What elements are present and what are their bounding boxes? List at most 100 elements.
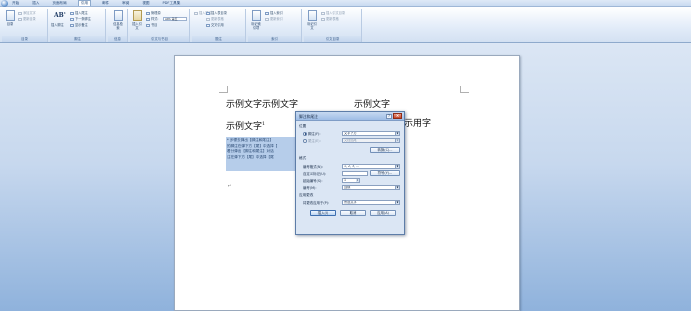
bibliography-button[interactable]: 书目 xyxy=(146,23,157,27)
mark-citation-button[interactable]: 标记引文 xyxy=(306,10,318,30)
spinner-icon[interactable]: ⇕ xyxy=(356,179,359,182)
citation-style-select[interactable]: APA 第五 xyxy=(163,17,187,21)
toc-group: 目录 添加文字 更新目录 目录 xyxy=(2,9,48,42)
add-text-button[interactable]: 添加文字 xyxy=(18,11,36,15)
chevron-down-icon: ▼ xyxy=(395,186,399,189)
footnote-radio-row[interactable]: 脚注(F): xyxy=(303,131,321,136)
custom-mark-input[interactable] xyxy=(342,171,368,176)
table-of-figures-icon xyxy=(206,11,210,15)
help-button[interactable]: ? xyxy=(386,114,392,119)
update-index-icon xyxy=(265,17,269,21)
toc-icon xyxy=(5,10,15,21)
footnote-group: AB1 插入脚注 插入尾注 下一条脚注 显示备注 脚注 xyxy=(50,9,106,42)
tab-pdf-tools[interactable]: PDF工具集 xyxy=(161,0,183,6)
insert-index-button[interactable]: 插入索引 xyxy=(265,11,283,15)
footnote-position-select[interactable]: 文字下方 ▼ xyxy=(342,131,400,136)
close-button[interactable]: × xyxy=(393,113,402,119)
insert-endnote-icon xyxy=(70,11,74,15)
tab-view[interactable]: 视图 xyxy=(140,0,151,6)
apply-to-select[interactable]: 所选文字 ▼ xyxy=(342,200,400,205)
show-notes-button[interactable]: 显示备注 xyxy=(70,23,88,27)
symbol-button[interactable]: 符号(Y)... xyxy=(370,170,400,176)
selected-footnote-text[interactable]: * 步骤去弹出【脚注和尾注】 的脚注在弹下方【尾】中选择【 看分弹出【脚注和尾注… xyxy=(226,137,296,171)
doc-line-2-left: 示例文字1 xyxy=(226,121,266,132)
apply-button[interactable]: 应用(A) xyxy=(370,210,396,216)
doc-line-2-right: 示用字 xyxy=(404,119,432,129)
footnote-group-label: 脚注 xyxy=(50,36,105,42)
mark-entry-button[interactable]: 标记索引项 xyxy=(250,10,262,30)
show-notes-icon xyxy=(70,23,74,27)
insert-footnote-button[interactable]: 插入脚注 xyxy=(51,23,64,27)
tab-home[interactable]: 开始 xyxy=(10,0,21,6)
update-table-button[interactable]: 更新表格 xyxy=(206,17,224,21)
insert-endnote-button[interactable]: 插入尾注 xyxy=(70,11,88,15)
endnote-radio-row[interactable]: 尾注(E): xyxy=(303,138,321,143)
paragraph-mark-icon: ↵ xyxy=(228,183,232,188)
ribbon: 目录 添加文字 更新目录 目录 AB1 插入脚注 插入尾注 下一条脚注 显示备注… xyxy=(0,7,691,43)
endnote-radio[interactable] xyxy=(303,138,307,143)
custom-mark-label: 自定义标记(U): xyxy=(303,172,327,176)
insert-index-icon xyxy=(265,11,269,15)
update-toa-button[interactable]: 更新表格 xyxy=(321,17,339,21)
footnote-line: 注在弹下方【尾】中选择【尾 xyxy=(227,154,274,159)
toa-group-label: 引文目录 xyxy=(304,36,361,42)
tab-insert[interactable]: 插入 xyxy=(30,0,41,6)
mark-citation-icon xyxy=(307,10,317,21)
tab-page-layout[interactable]: 页面布局 xyxy=(50,0,68,6)
next-footnote-icon xyxy=(70,17,74,21)
margin-corner-top-right xyxy=(460,86,469,93)
next-footnote-button[interactable]: 下一条脚注 xyxy=(70,17,91,21)
add-text-icon xyxy=(18,11,22,15)
citation-group-label: 引文与书目 xyxy=(130,36,189,42)
toc-button[interactable]: 目录 xyxy=(4,10,16,26)
tab-review[interactable]: 审阅 xyxy=(120,0,131,6)
index-group: 标记索引项 插入索引 更新索引 索引 xyxy=(248,9,302,42)
endnote-position-select[interactable]: 文档结尾 ▼ xyxy=(342,138,400,143)
research-icon xyxy=(113,10,123,21)
convert-button[interactable]: 转换(C)... xyxy=(370,147,400,153)
caption-group-label: 题注 xyxy=(192,36,245,42)
research-button[interactable]: 信息检索 xyxy=(112,10,124,30)
dialog-title-bar[interactable]: 脚注和尾注 ? × xyxy=(296,112,404,121)
location-section-label: 位置 xyxy=(299,124,307,128)
manage-sources-icon xyxy=(146,11,150,15)
index-group-label: 索引 xyxy=(248,36,301,42)
doc-line-1-right: 示例文字 xyxy=(354,100,391,110)
insert-table-of-figures-button[interactable]: 插入表目录 xyxy=(206,11,227,15)
tab-mailings[interactable]: 邮件 xyxy=(100,0,111,6)
chevron-down-icon: ▼ xyxy=(395,165,399,168)
insert-citation-icon xyxy=(132,10,142,21)
doc-line-1-left: 示例文字示例文字 xyxy=(226,100,299,110)
start-at-stepper[interactable]: 1 ⇕ xyxy=(342,178,360,183)
update-toc-button[interactable]: 更新目录 xyxy=(18,17,36,21)
manage-sources-button[interactable]: 管理源 xyxy=(146,11,161,15)
mark-entry-icon xyxy=(251,10,261,21)
update-table-icon xyxy=(206,17,210,21)
insert-toa-button[interactable]: 插入引文目录 xyxy=(321,11,345,15)
footnote-radio[interactable] xyxy=(303,131,307,136)
office-button-icon[interactable] xyxy=(1,0,8,7)
insert-toa-icon xyxy=(321,11,325,15)
chevron-down-icon: ▼ xyxy=(395,139,399,142)
footnote-endnote-dialog: 脚注和尾注 ? × 位置 脚注(F): 文字下方 ▼ 尾注(E): 文档结尾 ▼… xyxy=(295,111,405,235)
citation-group: 插入引文 管理源 样式: APA 第五 书目 引文与书目 xyxy=(130,9,190,42)
tab-references[interactable]: 引用 xyxy=(77,0,91,6)
chevron-down-icon: ▼ xyxy=(395,201,399,204)
footnote-reference-mark: 1 xyxy=(262,121,266,127)
bibliography-icon xyxy=(146,23,150,27)
number-format-select[interactable]: 1, 2, 3, ... ▼ xyxy=(342,164,400,169)
insert-citation-button[interactable]: 插入引文 xyxy=(131,10,143,30)
caption-group: 插入题注 插入表目录 更新表格 交叉引用 题注 xyxy=(192,9,246,42)
insert-caption-icon xyxy=(194,11,198,15)
cross-reference-icon xyxy=(206,23,210,27)
cross-reference-button[interactable]: 交叉引用 xyxy=(206,23,224,27)
ribbon-tab-bar: 开始 插入 页面布局 引用 邮件 审阅 视图 PDF工具集 xyxy=(0,0,691,7)
dialog-title: 脚注和尾注 xyxy=(299,114,318,119)
numbering-select[interactable]: 连续 ▼ xyxy=(342,185,400,190)
research-group: 信息检索 信息 xyxy=(108,9,128,42)
cancel-button[interactable]: 取消 xyxy=(340,210,366,216)
start-at-label: 起始编号(S): xyxy=(303,179,323,183)
chevron-down-icon: ▼ xyxy=(395,132,399,135)
insert-button[interactable]: 插入(I) xyxy=(310,210,336,216)
update-index-button[interactable]: 更新索引 xyxy=(265,17,283,21)
